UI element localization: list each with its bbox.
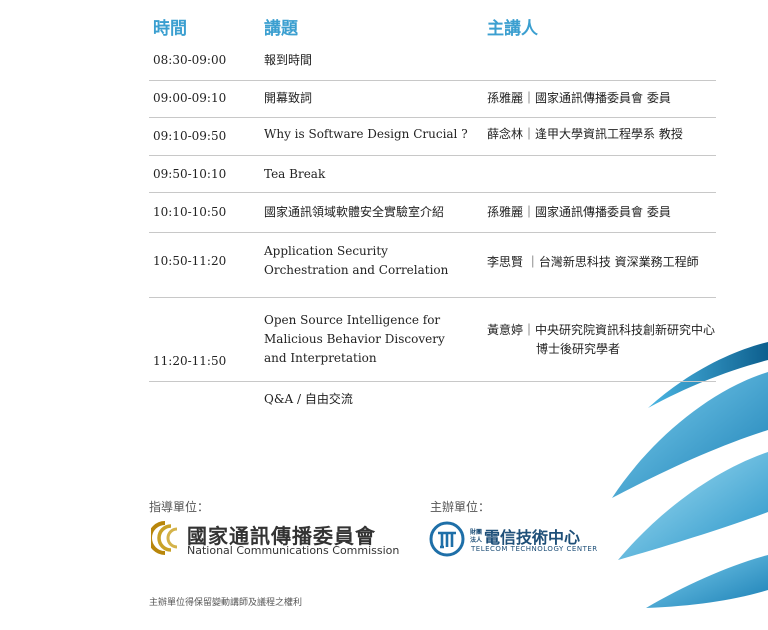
- row-speaker: 薛念林｜逢甲大學資訊工程學系 教授: [487, 127, 683, 141]
- row-topic-line: Open Source Intelligence for: [264, 313, 441, 327]
- row-topic-line: Malicious Behavior Discovery: [264, 332, 445, 346]
- ncc-logo-icon: [151, 521, 178, 555]
- guidance-label: 指導單位：: [149, 500, 210, 514]
- row-speaker-line: 黃意婷｜中央研究院資訊科技創新研究中心: [487, 323, 716, 337]
- row-topic-line: and Interpretation: [264, 351, 377, 365]
- row-topic: Why is Software Design Crucial ?: [264, 127, 468, 141]
- row-divider: [149, 232, 716, 233]
- row-time: 10:10-10:50: [153, 205, 227, 219]
- row-divider: [149, 297, 716, 298]
- row-time: 10:50-11:20: [153, 254, 227, 268]
- row-time: 09:10-09:50: [153, 129, 227, 143]
- row-topic-line: Orchestration and Correlation: [264, 263, 449, 277]
- row-divider: [149, 381, 716, 382]
- row-time: 09:50-10:10: [153, 167, 227, 181]
- ttc-small-bottom: 法人: [470, 537, 483, 544]
- row-divider: [149, 155, 716, 156]
- row-time: 09:00-09:10: [153, 91, 227, 105]
- row-topic: 開幕致詞: [264, 91, 313, 105]
- row-divider: [149, 117, 716, 118]
- row-time: 11:20-11:50: [153, 354, 227, 368]
- row-topic-line: Application Security: [264, 244, 388, 258]
- row-speaker: 孫雅麗｜國家通訊傳播委員會 委員: [487, 91, 671, 105]
- header-time: 時間: [153, 19, 187, 39]
- ttc-name-en: TELECOM TECHNOLOGY CENTER: [471, 545, 598, 553]
- row-divider: [149, 80, 716, 81]
- footnote: 主辦單位得保留變動講師及議程之權利: [149, 598, 303, 608]
- row-time: 08:30-09:00: [153, 53, 227, 67]
- ttc-logo-icon: [429, 521, 465, 557]
- host-label: 主辦單位：: [430, 500, 491, 514]
- row-topic: 國家通訊領域軟體安全實驗室介紹: [264, 205, 445, 219]
- row-speaker: 孫雅麗｜國家通訊傳播委員會 委員: [487, 205, 671, 219]
- row-speaker-line: 博士後研究學者: [536, 342, 621, 356]
- row-speaker: 李思賢 ｜台灣新思科技 資深業務工程師: [487, 255, 699, 269]
- header-speaker: 主講人: [487, 19, 538, 39]
- header-topic: 講題: [264, 19, 298, 39]
- row-divider: [149, 192, 716, 193]
- row-topic: 報到時間: [264, 53, 313, 67]
- row-topic: Q&A / 自由交流: [264, 392, 353, 406]
- ncc-name-en: National Communications Commission: [187, 544, 400, 557]
- row-topic: Tea Break: [264, 167, 326, 181]
